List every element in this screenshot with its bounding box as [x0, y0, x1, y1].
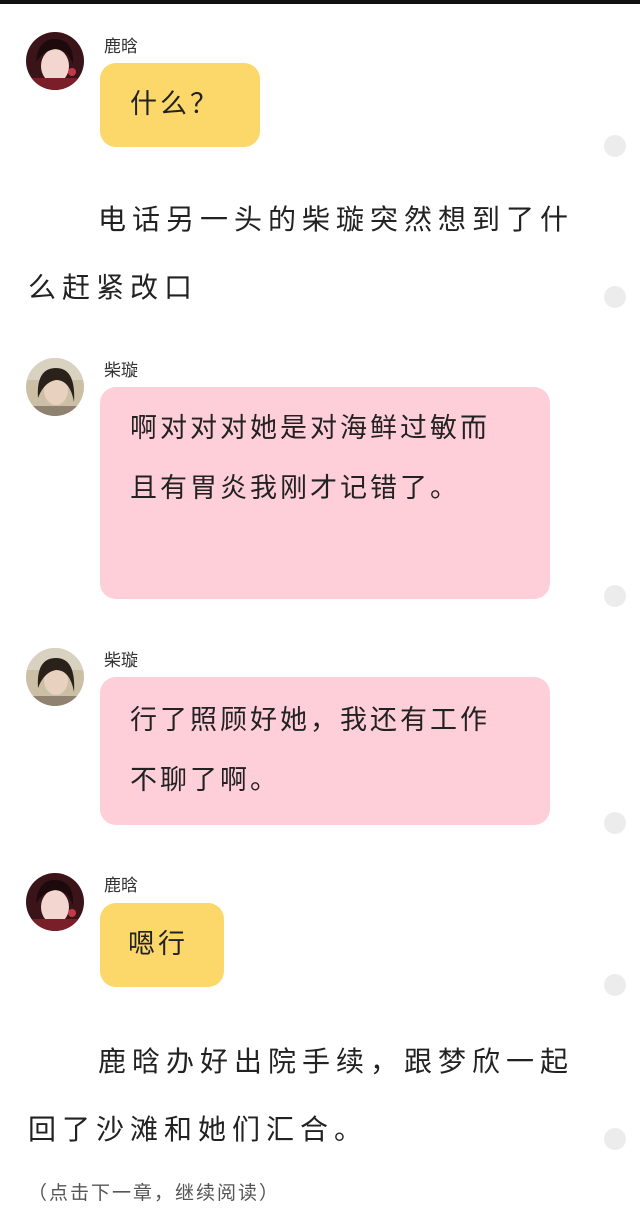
sender-name: 柴璇: [104, 361, 138, 381]
sender-name: 鹿晗: [104, 876, 138, 896]
message-text: 行了照顾好她，我还有工作不聊了啊。: [130, 705, 490, 796]
status-bar-strip: [0, 0, 640, 4]
message-text: 啊对对对她是对海鲜过敏而且有胃炎我刚才记错了。: [130, 413, 490, 504]
message-bubble[interactable]: 什么？: [100, 63, 260, 147]
narration-line: 么赶紧改口: [28, 271, 199, 304]
sender-name: 柴璇: [104, 651, 138, 671]
narration-paragraph: 电话另一头的柴璇突然想到了什 么赶紧改口: [28, 186, 598, 322]
comment-dot[interactable]: [604, 812, 626, 834]
avatar-chaixuan[interactable]: [26, 648, 84, 706]
avatar-chaixuan[interactable]: [26, 358, 84, 416]
message-text: 嗯行: [128, 929, 188, 960]
comment-dot[interactable]: [604, 974, 626, 996]
narration-line: 回了沙滩和她们汇合。: [28, 1113, 369, 1146]
comment-dot[interactable]: [604, 135, 626, 157]
narration-line: 鹿晗办好出院手续，跟梦欣一起: [98, 1045, 575, 1078]
message-bubble[interactable]: 啊对对对她是对海鲜过敏而且有胃炎我刚才记错了。: [100, 387, 550, 599]
sender-name: 鹿晗: [104, 37, 138, 57]
next-chapter-link[interactable]: （点击下一章，继续阅读）: [28, 1178, 280, 1205]
comment-dot[interactable]: [604, 1128, 626, 1150]
narration-line: 电话另一头的柴璇突然想到了什: [98, 203, 575, 236]
message-text: 什么？: [130, 89, 220, 120]
avatar-luhan[interactable]: [26, 873, 84, 931]
message-bubble[interactable]: 嗯行: [100, 903, 224, 987]
comment-dot[interactable]: [604, 286, 626, 308]
comment-dot[interactable]: [604, 585, 626, 607]
narration-paragraph: 鹿晗办好出院手续，跟梦欣一起 回了沙滩和她们汇合。: [28, 1028, 598, 1164]
message-bubble[interactable]: 行了照顾好她，我还有工作不聊了啊。: [100, 677, 550, 825]
avatar-luhan[interactable]: [26, 32, 84, 90]
